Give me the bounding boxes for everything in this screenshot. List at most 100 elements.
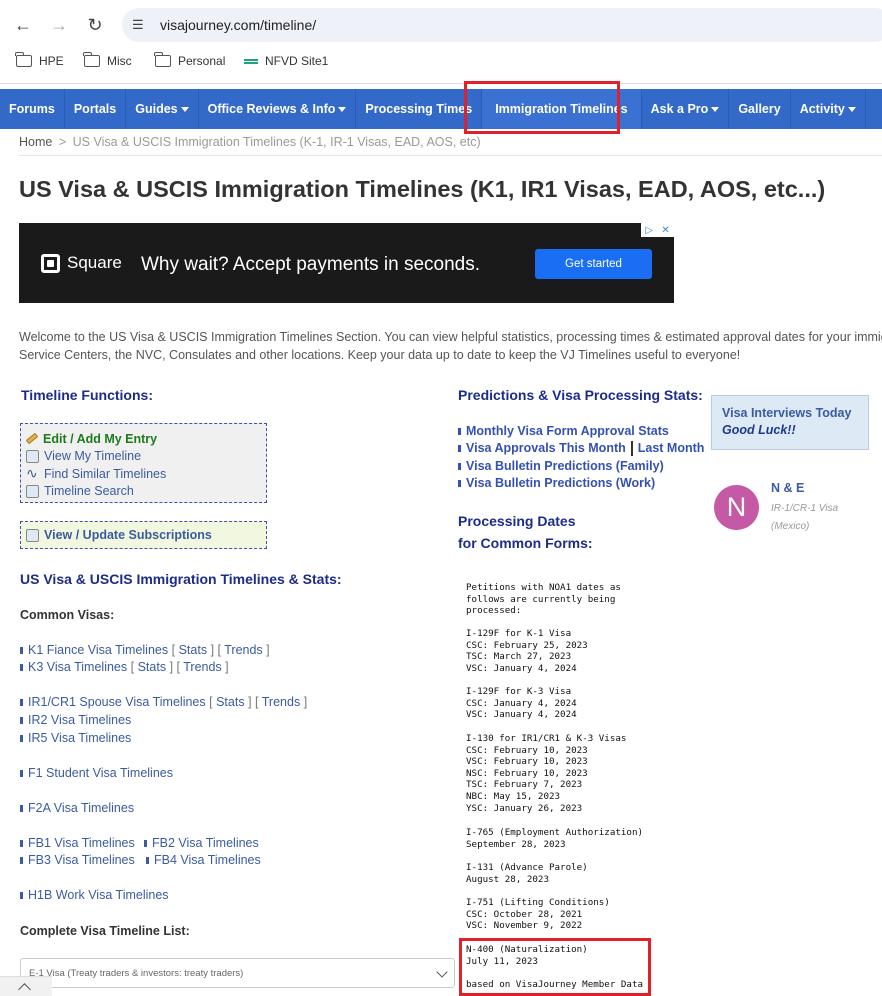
bookmark-misc[interactable]: Misc (83, 52, 132, 68)
approvals-this-month-link[interactable]: Visa Approvals This Month (466, 441, 626, 455)
subscription-icon (26, 528, 39, 542)
caret-down-icon (338, 106, 347, 112)
ir5-timelines-link[interactable]: IR5 Visa Timelines (28, 731, 131, 745)
processing-block-i130: I-130 for IR1/CR1 & K-3 Visas CSC: Febru… (466, 733, 627, 814)
document-icon (26, 449, 39, 463)
timeline-search-link[interactable]: Timeline Search (26, 483, 261, 501)
k1-trends-link[interactable]: Trends (224, 643, 262, 657)
nav-ask-a-pro[interactable]: Ask a Pro (642, 89, 730, 129)
ir1-timelines-link[interactable]: IR1/CR1 Spouse Visa Timelines (28, 695, 206, 709)
bullet-icon (20, 892, 23, 900)
processing-intro: Petitions with NOA1 dates as follows are… (466, 582, 621, 617)
bullet-icon (458, 480, 461, 488)
list-item: FB2 Visa Timelines (144, 836, 259, 850)
back-icon[interactable]: ← (10, 12, 36, 38)
list-item: K1 Fiance Visa Timelines [ Stats ] [ Tre… (20, 643, 270, 657)
member-name[interactable]: N & E (771, 481, 804, 495)
monthly-stats-link[interactable]: Monthly Visa Form Approval Stats (466, 424, 669, 438)
ad-tagline: Why wait? Accept payments in seconds. (141, 254, 480, 275)
ad-banner[interactable]: Square Why wait? Accept payments in seco… (19, 223, 674, 303)
subscriptions-link[interactable]: View / Update Subscriptions (20, 521, 267, 549)
k1-timelines-link[interactable]: K1 Fiance Visa Timelines (28, 643, 168, 657)
nav-guides[interactable]: Guides (126, 89, 199, 129)
ir1-stats-link[interactable]: Stats (216, 695, 245, 709)
visa-interviews-title[interactable]: Visa Interviews Today (722, 406, 858, 420)
nav-gallery[interactable]: Gallery (729, 89, 791, 129)
forward-icon[interactable]: → (46, 12, 72, 38)
bullet-icon (20, 717, 23, 725)
folder-icon (83, 52, 100, 67)
fb1-timelines-link[interactable]: FB1 Visa Timelines (28, 836, 135, 850)
adchoices-icon[interactable]: ▷ (645, 225, 653, 236)
processing-block-i765: I-765 (Employment Authorization) Septemb… (466, 827, 644, 850)
search-doc-icon (26, 484, 39, 498)
list-item: H1B Work Visa Timelines (20, 888, 169, 902)
fb2-timelines-link[interactable]: FB2 Visa Timelines (152, 836, 259, 850)
nav-forums[interactable]: Forums (0, 89, 65, 129)
breadcrumb-home[interactable]: Home (19, 135, 52, 149)
nav-portals[interactable]: Portals (65, 89, 127, 129)
list-item: K3 Visa Timelines [ Stats ] [ Trends ] (20, 660, 229, 674)
edit-entry-link[interactable]: Edit / Add My Entry (25, 430, 261, 448)
processing-block-i129f-k3: I-129F for K-3 Visa CSC: January 4, 2024… (466, 686, 577, 721)
site-nav: Forums Portals Guides Office Reviews & I… (0, 89, 882, 129)
timeline-functions-heading: Timeline Functions: (21, 387, 153, 403)
nav-office-reviews[interactable]: Office Reviews & Info (199, 89, 357, 129)
member-visa-type: IR-1/CR-1 Visa (Mexico) (771, 503, 839, 532)
list-item: FB3 Visa Timelines (20, 853, 135, 867)
ir2-timelines-link[interactable]: IR2 Visa Timelines (28, 713, 131, 727)
bullet-icon (20, 699, 23, 707)
ad-close-icon[interactable]: ✕ (661, 225, 669, 236)
list-item: FB4 Visa Timelines (146, 853, 261, 867)
list-item: IR5 Visa Timelines (20, 731, 131, 745)
h1b-timelines-link[interactable]: H1B Work Visa Timelines (28, 888, 169, 902)
breadcrumb: Home > US Visa & USCIS Immigration Timel… (19, 135, 481, 149)
ad-cta-button[interactable]: Get started (535, 249, 652, 279)
nav-activity[interactable]: Activity (791, 89, 866, 129)
visa-interviews-subtitle: Good Luck!! (722, 423, 796, 437)
visa-type-select[interactable]: E-1 Visa (Treaty traders & investors: tr… (20, 958, 455, 988)
address-bar[interactable]: ☰ visajourney.com/timeline/ (122, 8, 882, 42)
predictions-heading: Predictions & Visa Processing Stats: (458, 387, 703, 403)
view-timeline-link[interactable]: View My Timeline (26, 448, 261, 466)
bullet-icon (20, 805, 23, 813)
k3-trends-link[interactable]: Trends (183, 660, 221, 674)
processing-block-i129f-k1: I-129F for K-1 Visa CSC: February 25, 20… (466, 628, 588, 674)
bullet-icon (20, 735, 23, 743)
highlight-box (464, 81, 620, 134)
vb-work-link[interactable]: Visa Bulletin Predictions (Work) (466, 476, 655, 490)
vb-family-link[interactable]: Visa Bulletin Predictions (Family) (466, 459, 664, 473)
pencil-icon (25, 432, 39, 445)
bookmark-nfvd-site1[interactable]: NFVD Site1 (244, 54, 328, 68)
list-item: Visa Bulletin Predictions (Work) (458, 476, 655, 490)
site-info-icon[interactable]: ☰ (132, 17, 152, 33)
folder-icon (15, 52, 32, 67)
stats-heading: US Visa & USCIS Immigration Timelines & … (20, 571, 342, 587)
ir1-trends-link[interactable]: Trends (262, 695, 300, 709)
f1-timelines-link[interactable]: F1 Student Visa Timelines (28, 766, 173, 780)
reload-icon[interactable]: ↻ (82, 12, 108, 38)
breadcrumb-separator: > (58, 135, 67, 149)
k3-timelines-link[interactable]: K3 Visa Timelines (28, 660, 127, 674)
fb3-timelines-link[interactable]: FB3 Visa Timelines (28, 853, 135, 867)
list-item: Monthly Visa Form Approval Stats (458, 424, 669, 438)
intro-text: Welcome to the US Visa & USCIS Immigrati… (19, 330, 882, 362)
bookmark-personal[interactable]: Personal (154, 52, 225, 68)
bookmark-hpe[interactable]: HPE (15, 52, 64, 68)
bullet-icon (144, 840, 147, 848)
fb4-timelines-link[interactable]: FB4 Visa Timelines (154, 853, 261, 867)
bullet-icon (20, 647, 23, 655)
find-similar-link[interactable]: ∿ Find Similar Timelines (26, 465, 261, 483)
square-logo-icon (41, 253, 60, 273)
last-month-link[interactable]: Last Month (638, 441, 705, 455)
scroll-up-button[interactable] (0, 976, 52, 996)
ad-choices[interactable]: ▷ ✕ (641, 223, 674, 237)
k1-stats-link[interactable]: Stats (179, 643, 208, 657)
bullet-icon (20, 664, 23, 672)
avatar[interactable]: N (714, 485, 759, 530)
f2a-timelines-link[interactable]: F2A Visa Timelines (28, 801, 134, 815)
caret-down-icon (711, 106, 720, 112)
visa-interviews-box: Visa Interviews Today Good Luck!! (711, 395, 869, 450)
list-item: Visa Bulletin Predictions (Family) (458, 459, 664, 473)
k3-stats-link[interactable]: Stats (138, 660, 167, 674)
